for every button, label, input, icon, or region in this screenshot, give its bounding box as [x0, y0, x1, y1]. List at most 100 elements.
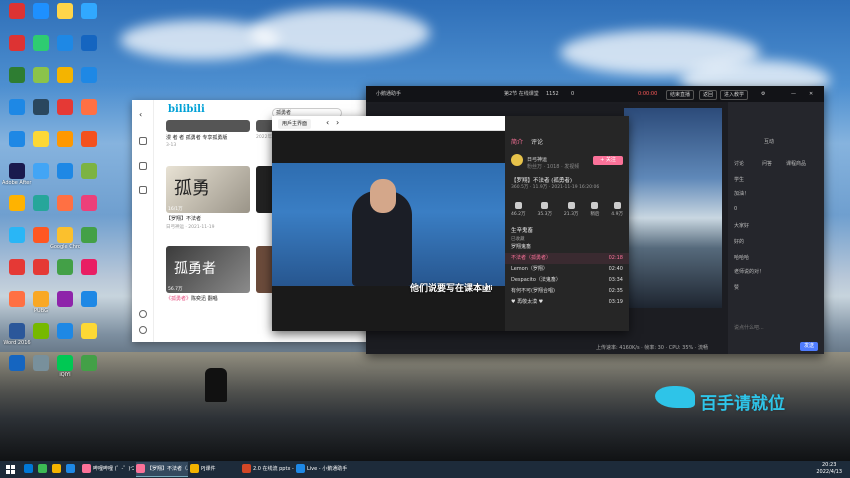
bili-watermark: bili	[482, 285, 493, 292]
desktop-app-icon[interactable]	[74, 322, 104, 355]
speaker-face	[370, 179, 396, 213]
chat-message: 好的	[734, 239, 745, 245]
desktop-app-icon[interactable]	[74, 66, 104, 99]
app-icon	[9, 163, 25, 179]
desktop-app-icon[interactable]	[74, 34, 104, 67]
tab-comments[interactable]: 评论	[531, 139, 543, 146]
app-icon	[33, 259, 49, 275]
app-icon	[81, 3, 97, 19]
pinned-app-icon[interactable]	[66, 462, 77, 477]
chat-tab-goods[interactable]: 课程商品	[786, 160, 806, 167]
action-count: 21.3万	[563, 212, 579, 217]
chat-tab-discuss[interactable]: 讨论	[734, 160, 744, 167]
playlist-item[interactable]: 有何不可(罗翔合唱) 02:35	[505, 286, 629, 297]
video-player-window[interactable]: 用戶主界面 ‹ › 他们说要写在课本上 bili 简介 评论 日弓神运 粉丝万 · …	[272, 116, 629, 331]
desktop-app-icon[interactable]	[74, 162, 104, 195]
playlist-item-name: Lemon（罗翔）	[511, 266, 548, 272]
app-icon	[33, 131, 49, 147]
coin-button[interactable]: 35.3万	[537, 202, 552, 217]
bilibili-sidebar: ‹	[132, 100, 154, 342]
taskbar-app[interactable]: 2.0 在线流 pptx - ...	[242, 462, 294, 477]
taskbar-app[interactable]: 【罗翔】不法者（...	[136, 462, 188, 477]
tab-intro[interactable]: 简介	[511, 139, 523, 146]
app-icon	[57, 355, 73, 371]
channel-icon[interactable]	[139, 186, 147, 194]
desktop-app-icon[interactable]	[74, 130, 104, 163]
playlist-item[interactable]: ♥ 再敬太漠 ♥ 03:19	[505, 297, 629, 308]
pinned-app-icon[interactable]	[52, 462, 63, 477]
settings-icon[interactable]: ⚙	[761, 86, 765, 102]
playlist-item-name: Despacito（法鬼畜）	[511, 277, 561, 283]
taskbar-app-icon	[82, 464, 91, 473]
chat-input[interactable]: 说点什么吧...	[734, 324, 764, 331]
home-icon[interactable]	[139, 137, 147, 145]
playlist-item[interactable]: Lemon（罗翔） 02:40	[505, 264, 629, 275]
pinned-app-icon[interactable]	[38, 462, 49, 477]
pinned-app-icon[interactable]	[24, 462, 35, 477]
taskbar-app[interactable]: PJ课件	[190, 462, 242, 477]
playlist-item[interactable]: Despacito（法鬼畜） 03:34	[505, 275, 629, 286]
video-title: 《孤勇者》陈奕迅 翻唱	[166, 296, 218, 302]
return-button[interactable]: 返回	[699, 90, 718, 100]
back-icon[interactable]: ‹	[326, 118, 329, 127]
forward-icon[interactable]: ›	[336, 118, 339, 127]
video-frame[interactable]	[272, 163, 505, 286]
play-later-button[interactable]: 稍后	[590, 202, 599, 217]
taskbar-app-icon	[296, 464, 305, 473]
share-button[interactable]: 4.9万	[611, 202, 623, 217]
app-icon	[57, 67, 73, 83]
star-button[interactable]: 21.3万	[563, 202, 579, 217]
desktop-app-icon[interactable]	[74, 290, 104, 323]
taskbar-app-label: PJ课件	[201, 466, 216, 472]
video-card[interactable]: 孤勇者 56.7万 《孤勇者》陈奕迅 翻唱	[166, 246, 250, 302]
chat-message: 哈哈哈	[734, 255, 750, 261]
desktop-app-icon[interactable]	[74, 98, 104, 131]
video-card[interactable]: 漫 者 者 孤勇者 专享孤勇版 3-13	[166, 120, 250, 148]
settings-icon[interactable]	[139, 326, 147, 334]
app-icon	[33, 355, 49, 371]
bilibili-logo: bilibili	[168, 104, 205, 115]
action-count: 稍后	[590, 212, 600, 217]
app-icon	[81, 195, 97, 211]
app-icon	[57, 195, 73, 211]
follow-button[interactable]: + 关注	[593, 156, 623, 165]
play-later-icon	[591, 202, 599, 209]
taskbar-app-icon	[242, 464, 251, 473]
tab-home[interactable]: 用戶主界面	[278, 119, 312, 129]
desktop-app-icon[interactable]	[74, 194, 104, 227]
back-icon[interactable]: ‹	[139, 110, 147, 119]
desktop-app-icon[interactable]	[74, 226, 104, 259]
taskbar-app[interactable]: 哔哩哔哩 (゜-゜)つ...	[82, 462, 134, 477]
video-card[interactable]: 孤勇 16/1万 【罗翔】不法者 日弓神运 · 2021-11-19	[166, 166, 250, 230]
start-icon[interactable]	[6, 465, 15, 474]
enter-teaching-button[interactable]: 进入教学	[720, 90, 749, 100]
avatar[interactable]	[511, 154, 523, 166]
like-button[interactable]: 46.2万	[511, 202, 526, 217]
history-icon[interactable]	[139, 310, 147, 318]
view-count: 56.7万	[168, 287, 183, 292]
app-icon	[9, 99, 25, 115]
trending-icon[interactable]	[139, 162, 147, 170]
action-count: 46.2万	[511, 212, 526, 217]
chat-message: 大家好	[734, 223, 750, 229]
playlist-item[interactable]: 不法者（孤勇者） 02:18	[505, 253, 629, 264]
clock[interactable]: 20:23 2022/4/13	[816, 462, 842, 476]
app-icon	[9, 131, 25, 147]
video-thumbnail: 孤勇 16/1万	[166, 166, 250, 213]
send-button[interactable]: 发送	[800, 342, 818, 351]
close-icon[interactable]: ✕	[809, 86, 813, 102]
minimize-icon[interactable]: —	[791, 86, 796, 102]
chat-tab-qa[interactable]: 问答	[762, 160, 772, 167]
desktop-app-icon[interactable]	[74, 2, 104, 35]
taskbar-app[interactable]: Live - 小鹅通助手	[296, 462, 348, 477]
desktop-app-icon[interactable]	[74, 258, 104, 291]
app-icon	[81, 227, 97, 243]
desktop-app-icon[interactable]	[74, 354, 104, 387]
date: 2022/4/13	[816, 469, 842, 475]
coin-icon	[541, 202, 549, 209]
player-titlebar: 用戶主界面 ‹ ›	[272, 116, 505, 131]
stream-status: 上传速率: 4160K/s · 帧率: 30 · CPU: 35% · 流畅	[596, 345, 709, 351]
end-live-button[interactable]: 结束直播	[666, 90, 695, 100]
video-info-panel: 简介 评论 日弓神运 粉丝万 · 1018 · 发视频 + 关注 【罗翔】不法者 (…	[505, 116, 629, 331]
playlist-item[interactable]: 罗翔鬼畜	[505, 242, 629, 253]
